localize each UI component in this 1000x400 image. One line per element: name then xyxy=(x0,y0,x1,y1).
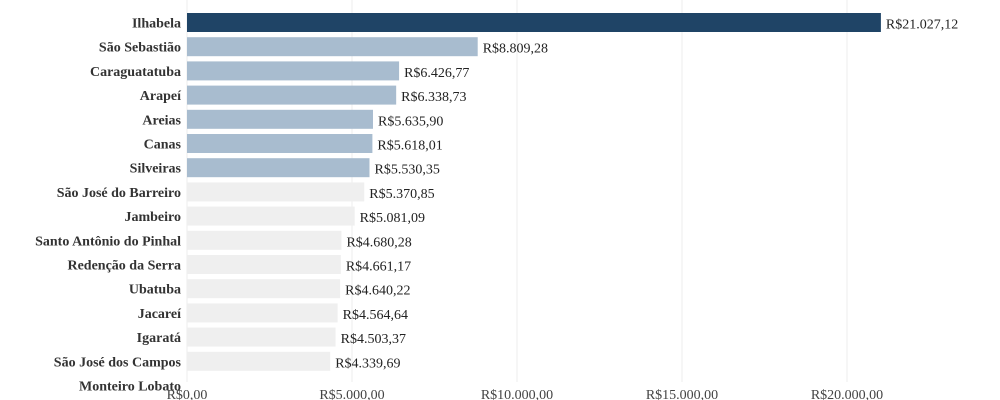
category-labels: Ilhabela São Sebastião Caraguatatuba Arapeí… xyxy=(35,17,182,395)
value-label: R$5.635,90 xyxy=(378,114,443,129)
value-label: R$6.338,73 xyxy=(401,90,466,105)
bar[interactable] xyxy=(187,303,338,323)
bar[interactable] xyxy=(187,182,365,202)
bar[interactable] xyxy=(187,351,331,371)
bar[interactable] xyxy=(187,134,373,153)
category-label: Santo Antônio do Pinhal xyxy=(35,234,181,249)
value-label: R$5.530,35 xyxy=(375,163,440,178)
value-label: R$5.618,01 xyxy=(377,139,442,154)
bar[interactable] xyxy=(187,255,341,274)
bar[interactable] xyxy=(187,37,478,57)
bars xyxy=(187,13,881,371)
bar[interactable] xyxy=(187,158,370,178)
x-tick-label: R$15.000,00 xyxy=(646,388,718,400)
value-label: R$5.370,85 xyxy=(369,187,434,202)
category-label: Caraguatatuba xyxy=(90,65,181,80)
category-label: Arapeí xyxy=(140,89,182,104)
category-label: São José do Barreiro xyxy=(57,186,181,201)
x-axis-ticks: R$0,00 R$5.000,00 R$10.000,00 R$15.000,00 R$… xyxy=(167,388,884,400)
category-label: Igaratá xyxy=(137,331,181,346)
value-label: R$4.680,28 xyxy=(346,235,411,250)
bar[interactable] xyxy=(187,109,373,129)
bar[interactable] xyxy=(187,85,397,105)
value-label: R$4.661,17 xyxy=(346,260,411,275)
category-label: Ubatuba xyxy=(129,283,181,298)
category-label: São Sebastião xyxy=(99,41,181,56)
bar[interactable] xyxy=(187,206,355,226)
bar[interactable] xyxy=(187,327,336,347)
category-label: Jambeiro xyxy=(124,210,181,225)
bar-chart: Ilhabela São Sebastião Caraguatatuba Arapeí… xyxy=(35,0,958,400)
value-label: R$4.640,22 xyxy=(345,284,410,299)
value-label: R$4.503,37 xyxy=(341,332,406,347)
value-label: R$5.081,09 xyxy=(360,211,425,226)
value-label: R$4.564,64 xyxy=(343,308,408,323)
bar[interactable] xyxy=(187,61,400,81)
x-tick-label: R$20.000,00 xyxy=(811,388,883,400)
bar[interactable] xyxy=(187,230,342,250)
category-label: Areias xyxy=(142,113,181,128)
value-label: R$4.339,69 xyxy=(335,356,400,371)
value-labels: R$21.027,12 R$8.809,28 R$6.426,77 R$6.338,7… xyxy=(335,18,958,372)
category-label: Redenção da Serra xyxy=(67,259,181,274)
category-label: Silveiras xyxy=(130,162,182,177)
value-label: R$6.426,77 xyxy=(404,66,469,81)
x-tick-label: R$0,00 xyxy=(167,388,208,400)
category-label: Ilhabela xyxy=(132,17,181,32)
x-tick-label: R$5.000,00 xyxy=(319,388,384,400)
bar[interactable] xyxy=(187,279,341,299)
category-label: Canas xyxy=(144,138,182,153)
x-tick-label: R$10.000,00 xyxy=(481,388,553,400)
category-label: São José dos Campos xyxy=(54,355,182,370)
category-label: Jacareí xyxy=(138,307,182,322)
value-label: R$21.027,12 xyxy=(886,18,958,33)
value-label: R$8.809,28 xyxy=(483,42,548,57)
bar[interactable] xyxy=(187,13,881,32)
